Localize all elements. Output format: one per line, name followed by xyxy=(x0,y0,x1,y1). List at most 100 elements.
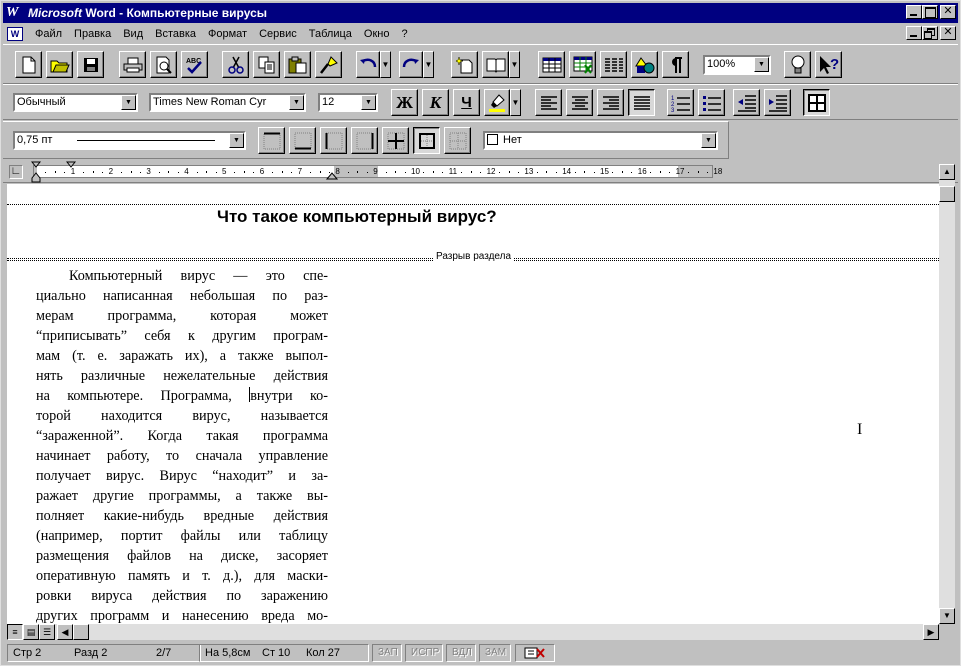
justify-button[interactable] xyxy=(628,89,655,116)
undo-dropdown[interactable]: ▼ xyxy=(380,51,391,78)
status-extend-selection[interactable]: ВДЛ xyxy=(446,644,476,662)
highlight-dropdown[interactable]: ▼ xyxy=(510,89,521,116)
tip-wizard-button[interactable] xyxy=(784,51,811,78)
first-line-indent-marker-icon[interactable] xyxy=(31,161,43,183)
vertical-scroll-thumb[interactable] xyxy=(939,186,955,202)
page-layout-view-button[interactable]: ▤ xyxy=(23,624,39,640)
columns-button[interactable] xyxy=(600,51,627,78)
horizontal-ruler[interactable]: ∟ 1 2 3 4 5 6 7 8 9 10 11 12 13 14 15 16 17 18 xyxy=(3,161,958,183)
maximize-button[interactable] xyxy=(922,5,938,19)
redo-dropdown[interactable]: ▼ xyxy=(423,51,434,78)
line-style-dropdown-arrow[interactable]: ▼ xyxy=(229,133,244,148)
insert-address-button[interactable] xyxy=(482,51,509,78)
scroll-up-button[interactable]: ▲ xyxy=(939,164,955,180)
document-area[interactable]: Что такое компьютерный вирус? Разрыв раз… xyxy=(7,184,939,624)
menu-help[interactable]: ? xyxy=(395,28,413,40)
style-dropdown-arrow[interactable]: ▼ xyxy=(121,95,136,110)
undo-button[interactable] xyxy=(356,51,380,78)
italic-button[interactable]: К xyxy=(422,89,449,116)
close-button[interactable]: ✕ xyxy=(940,5,956,19)
ruler-column-gap[interactable] xyxy=(334,166,378,177)
autotext-button[interactable] xyxy=(451,51,478,78)
title-bar[interactable]: W Microsoft Word - Компьютерные вирусы ✕ xyxy=(3,3,958,23)
open-button[interactable] xyxy=(46,51,73,78)
help-pointer-button[interactable]: ? xyxy=(815,51,842,78)
new-document-button[interactable] xyxy=(15,51,42,78)
paste-button[interactable] xyxy=(284,51,311,78)
hanging-indent-marker-icon[interactable] xyxy=(66,161,78,169)
menu-edit[interactable]: Правка xyxy=(68,28,117,40)
format-painter-button[interactable] xyxy=(315,51,342,78)
status-page-info[interactable]: Стр 2 Разд 2 2/7 xyxy=(7,644,201,662)
show-formatting-button[interactable] xyxy=(662,51,689,78)
status-position-info[interactable]: На 5,8см Ст 10 Кол 27 xyxy=(199,644,369,662)
inside-border-button[interactable] xyxy=(382,127,409,154)
drawing-button[interactable] xyxy=(631,51,658,78)
zoom-select[interactable]: 100% ▼ xyxy=(703,55,771,75)
copy-button[interactable] xyxy=(253,51,280,78)
increase-indent-button[interactable] xyxy=(764,89,791,116)
bold-button[interactable]: Ж xyxy=(391,89,418,116)
menu-window[interactable]: Окно xyxy=(358,28,396,40)
spelling-button[interactable]: ABC xyxy=(181,51,208,78)
menu-format[interactable]: Формат xyxy=(202,28,253,40)
scroll-left-button[interactable]: ◀ xyxy=(57,624,73,640)
minimize-button[interactable] xyxy=(906,5,922,19)
right-indent-marker-icon[interactable] xyxy=(326,171,338,181)
borders-button[interactable] xyxy=(803,89,830,116)
highlight-button[interactable] xyxy=(484,89,510,116)
menu-tools[interactable]: Сервис xyxy=(253,28,303,40)
underline-button[interactable]: Ч xyxy=(453,89,480,116)
ruler-scale[interactable]: 1 2 3 4 5 6 7 8 9 10 11 12 13 14 15 16 17 18 xyxy=(33,165,722,178)
menu-table[interactable]: Таблица xyxy=(303,28,358,40)
font-select[interactable]: Times New Roman Cyr ▼ xyxy=(149,93,306,112)
print-preview-button[interactable] xyxy=(150,51,177,78)
bullets-button[interactable] xyxy=(698,89,725,116)
align-right-button[interactable] xyxy=(597,89,624,116)
vertical-scrollbar[interactable]: ▲ ▼ xyxy=(939,164,955,624)
print-button[interactable] xyxy=(119,51,146,78)
redo-button[interactable] xyxy=(399,51,423,78)
status-record-macro[interactable]: ЗАП xyxy=(372,644,402,662)
scroll-right-button[interactable]: ▶ xyxy=(923,624,939,640)
align-left-button[interactable] xyxy=(535,89,562,116)
menu-file[interactable]: Файл xyxy=(29,28,68,40)
no-border-button[interactable] xyxy=(444,127,471,154)
insert-address-dropdown[interactable]: ▼ xyxy=(509,51,520,78)
doc-restore-button[interactable] xyxy=(922,26,938,40)
font-size-select[interactable]: 12 ▼ xyxy=(318,93,378,112)
insert-excel-button[interactable] xyxy=(569,51,596,78)
menu-view[interactable]: Вид xyxy=(117,28,149,40)
bottom-border-button[interactable] xyxy=(289,127,316,154)
top-border-button[interactable] xyxy=(258,127,285,154)
status-overtype[interactable]: ЗАМ xyxy=(479,644,511,662)
font-size-dropdown-arrow[interactable]: ▼ xyxy=(361,95,376,110)
menu-insert[interactable]: Вставка xyxy=(149,28,202,40)
shading-select[interactable]: Нет ▼ xyxy=(483,131,718,150)
doc-close-button[interactable]: ✕ xyxy=(940,26,956,40)
outside-border-button[interactable] xyxy=(413,127,440,154)
cut-button[interactable] xyxy=(222,51,249,78)
shading-dropdown-arrow[interactable]: ▼ xyxy=(701,133,716,148)
line-style-select[interactable]: 0,75 пт ▼ xyxy=(13,131,246,150)
body-text-column[interactable]: Компьютерный вирус — это спе- циально на… xyxy=(36,266,328,624)
horizontal-scroll-thumb[interactable] xyxy=(73,624,89,640)
align-center-button[interactable] xyxy=(566,89,593,116)
decrease-indent-button[interactable] xyxy=(733,89,760,116)
font-dropdown-arrow[interactable]: ▼ xyxy=(289,95,304,110)
tab-stop-selector[interactable]: ∟ xyxy=(9,165,23,179)
insert-table-button[interactable] xyxy=(538,51,565,78)
left-border-button[interactable] xyxy=(320,127,347,154)
doc-minimize-button[interactable] xyxy=(906,26,922,40)
right-border-button[interactable] xyxy=(351,127,378,154)
document-heading[interactable]: Что такое компьютерный вирус? xyxy=(217,207,497,227)
status-track-changes[interactable]: ИСПР xyxy=(405,644,443,662)
status-spelling-indicator[interactable] xyxy=(515,644,555,662)
save-button[interactable] xyxy=(77,51,104,78)
style-select[interactable]: Обычный ▼ xyxy=(13,93,138,112)
numbering-button[interactable]: 123 xyxy=(667,89,694,116)
outline-view-button[interactable]: ☰ xyxy=(39,624,55,640)
horizontal-scrollbar[interactable]: ≡ ▤ ☰ ◀ ▶ xyxy=(7,624,939,640)
normal-view-button[interactable]: ≡ xyxy=(7,624,23,640)
zoom-dropdown-arrow[interactable]: ▼ xyxy=(754,57,769,72)
